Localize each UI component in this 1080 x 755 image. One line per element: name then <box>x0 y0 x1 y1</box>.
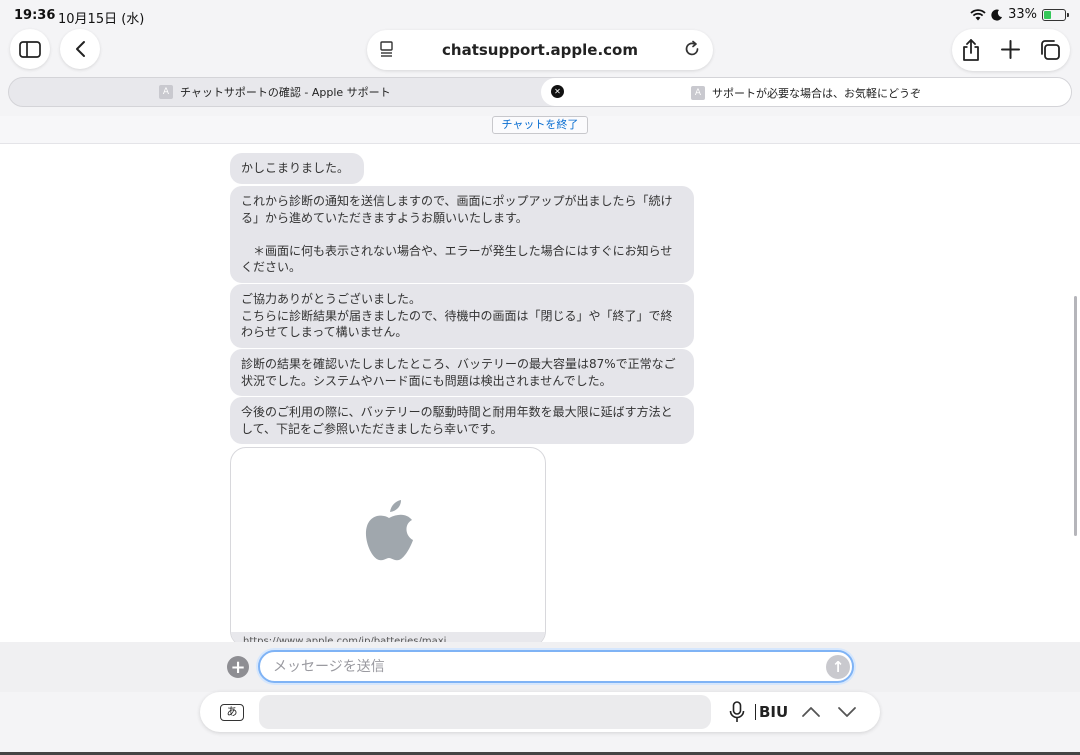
url-text: chatsupport.apple.com <box>442 41 638 59</box>
send-arrow-icon[interactable]: ↑ <box>826 655 850 679</box>
message-bubble: これから診断の通知を送信しますので、画面にポップアップが出ましたら「続ける」から… <box>230 186 694 283</box>
status-date: 10月15日 (水) <box>58 12 145 27</box>
message-text: 今後のご利用の際に、バッテリーの駆動時間と耐用年数を最大限に延ばす方法として、下… <box>241 405 673 436</box>
scrollbar-thumb[interactable] <box>1074 296 1077 536</box>
message-text: ご協力ありがとうございました。 こちらに診断結果が届きましたので、待機中の画面は… <box>241 292 673 339</box>
chevron-left-icon <box>76 41 85 57</box>
message-bubble: 今後のご利用の際に、バッテリーの駆動時間と耐用年数を最大限に延ばす方法として、下… <box>230 397 694 444</box>
message-text: かしこまりました。 <box>241 161 350 175</box>
reload-icon[interactable] <box>683 40 701 58</box>
tab-title: チャットサポートの確認 - Apple サポート <box>180 86 391 99</box>
attach-plus-icon[interactable]: + <box>227 656 249 678</box>
chevron-up-icon[interactable] <box>801 706 821 718</box>
link-preview-card[interactable]: https://www.apple.com/jp/batteries/maxi.… <box>230 447 546 642</box>
close-tab-icon[interactable]: ✕ <box>551 85 564 98</box>
link-preview-url: https://www.apple.com/jp/batteries/maxi.… <box>231 632 545 642</box>
back-button[interactable] <box>60 29 100 69</box>
share-button[interactable] <box>961 39 981 65</box>
new-tab-button[interactable] <box>1001 40 1020 63</box>
message-bubble: かしこまりました。 <box>230 153 364 184</box>
tabs-overview-button[interactable] <box>1039 39 1061 65</box>
apple-favicon-icon: A <box>691 86 705 100</box>
chevron-down-icon[interactable] <box>837 706 857 718</box>
tab-chat-confirm[interactable]: A チャットサポートの確認 - Apple サポート <box>159 78 539 106</box>
address-bar[interactable]: chatsupport.apple.com <box>367 30 713 70</box>
message-input[interactable] <box>258 650 854 683</box>
message-text: 診断の結果を確認いたしましたところ、バッテリーの最大容量は87%で正常なご状況で… <box>241 357 676 388</box>
apple-favicon-icon: A <box>159 85 173 99</box>
status-bar: 19:36 10月15日 (水) 33% <box>0 0 1080 30</box>
text-format-button[interactable]: BIU <box>759 703 788 721</box>
tab-support-help[interactable]: ✕ A サポートが必要な場合は、お気軽にどうぞ <box>541 78 1071 106</box>
sidebar-icon <box>19 40 41 58</box>
message-input-row: + ↑ <box>0 642 1080 692</box>
tab-bar: A チャットサポートの確認 - Apple サポート ✕ A サポートが必要な場… <box>8 77 1072 107</box>
suggestion-area[interactable] <box>259 695 711 729</box>
tabs-icon <box>1041 40 1060 60</box>
moon-icon <box>991 9 1003 21</box>
message-text: これから診断の通知を送信しますので、画面にポップアップが出ましたら「続ける」から… <box>241 194 673 274</box>
input-mode-key[interactable]: あ <box>220 704 244 721</box>
tab-label-group: A サポートが必要な場合は、お気軽にどうぞ <box>691 85 921 101</box>
battery-fill <box>1044 10 1051 19</box>
status-time: 19:36 <box>14 8 56 23</box>
toolbar-right-group <box>952 29 1070 71</box>
keyboard-shortcut-bar: あ BIU <box>200 692 880 732</box>
plus-icon <box>1001 40 1020 59</box>
battery-percent: 33% <box>1008 7 1037 22</box>
apple-logo-icon <box>365 500 413 561</box>
message-bubble: ご協力ありがとうございました。 こちらに診断結果が届きましたので、待機中の画面は… <box>230 284 694 348</box>
wifi-icon <box>970 8 986 20</box>
sidebar-button[interactable] <box>10 29 50 69</box>
tab-title: サポートが必要な場合は、お気軽にどうぞ <box>712 87 921 100</box>
status-right: 33% <box>970 7 1069 22</box>
end-chat-button[interactable]: チャットを終了 <box>492 116 588 134</box>
share-icon <box>963 39 979 61</box>
text-cursor <box>755 704 756 720</box>
message-bubble: 診断の結果を確認いたしましたところ、バッテリーの最大容量は87%で正常なご状況で… <box>230 349 694 396</box>
chat-header-strip: チャットを終了 <box>0 116 1080 144</box>
chat-content: チャットを終了 かしこまりました。 これから診断の通知を送信しますので、画面にポ… <box>0 116 1080 642</box>
microphone-icon[interactable] <box>729 701 745 723</box>
battery-icon <box>1042 8 1069 21</box>
